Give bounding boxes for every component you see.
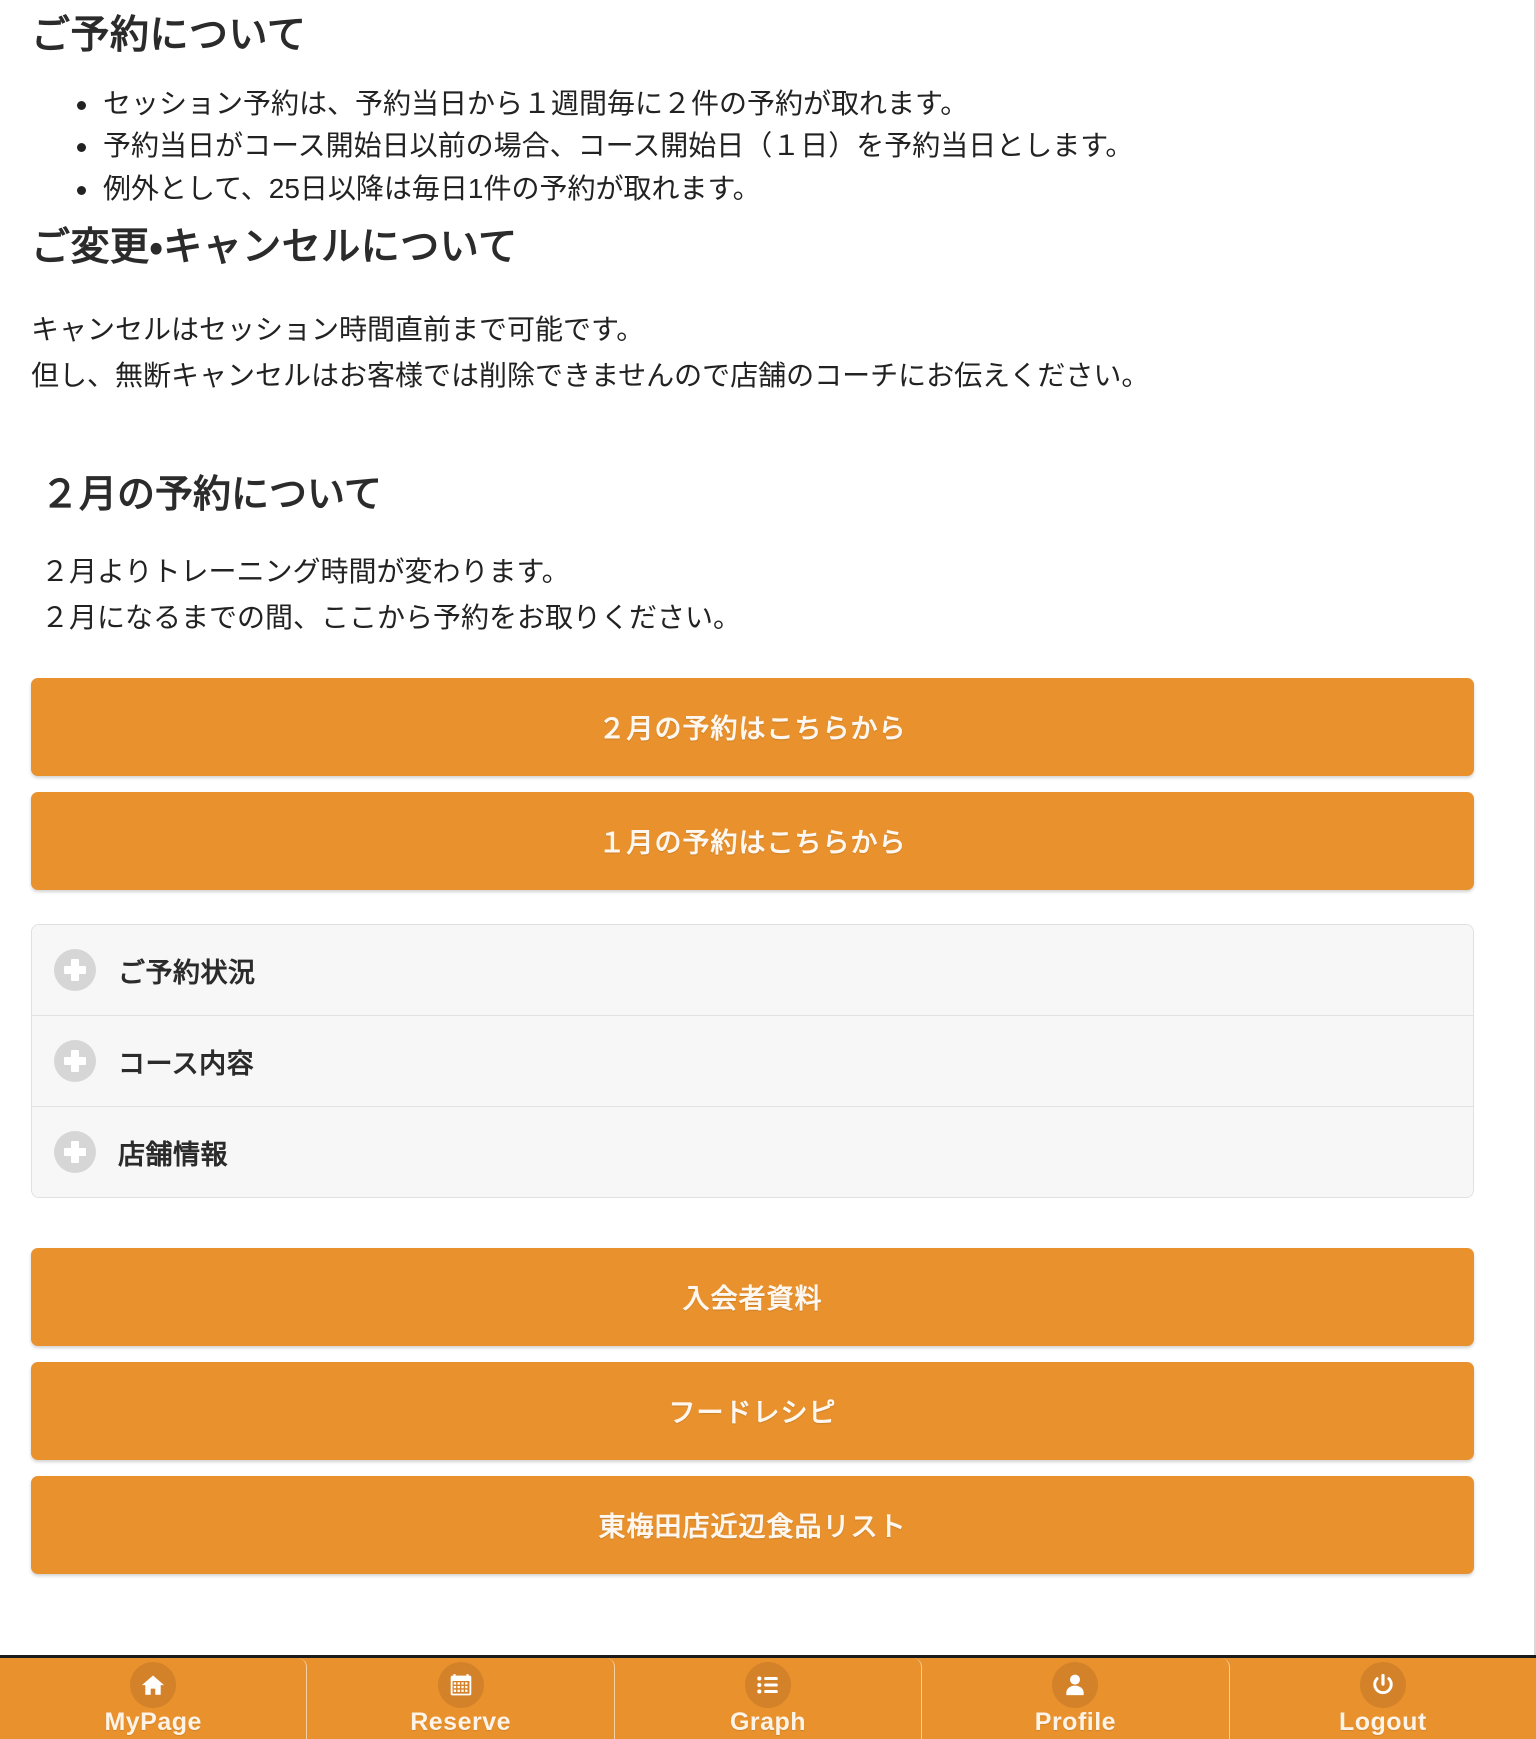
plus-icon [54,1040,96,1083]
cancel-policy-text: キャンセルはセッション時間直前まで可能です。 但し、無断キャンセルはお客様では削… [31,307,1474,398]
accordion-panel: ご予約状況 コース内容 店舗情報 [31,924,1474,1199]
february-description: ２月よりトレーニング時間が変わります。 ２月になるまでの間、ここから予約をお取り… [31,549,1474,640]
accordion-item-label: コース内容 [118,1048,255,1079]
list-icon [745,1662,792,1708]
person-icon [1052,1662,1099,1708]
february-reservation-button[interactable]: ２月の予約はこちらから [31,678,1474,777]
january-reservation-button[interactable]: １月の予約はこちらから [31,792,1474,891]
accordion-course-content[interactable]: コース内容 [32,1016,1473,1108]
home-icon [130,1662,177,1708]
food-recipe-button[interactable]: フードレシピ [31,1362,1474,1461]
reservation-section-heading: ご予約について [31,14,307,57]
nav-label: Reserve [410,1708,512,1736]
nav-item-graph[interactable]: Graph [614,1658,923,1739]
february-line-1: ２月よりトレーニング時間が変わります。 [41,556,570,588]
list-item: 例外として、25日以降は毎日1件の予約が取れます。 [77,168,1474,211]
accordion-item-label: ご予約状況 [118,957,256,988]
change-cancel-section-heading: ご変更・キャンセルについて [31,226,518,270]
nav-label: Profile [1034,1708,1117,1736]
plus-icon [54,1131,96,1174]
bottom-navigation: MyPage Reserve Graph Profile Logout [0,1655,1536,1739]
accordion-store-info[interactable]: 店舗情報 [32,1107,1473,1198]
nav-item-reserve[interactable]: Reserve [307,1658,615,1739]
accordion-item-label: 店舗情報 [118,1139,228,1170]
nav-label: Logout [1338,1708,1427,1736]
month-reservation-buttons: ２月の予約はこちらから １月の予約はこちらから [31,678,1474,891]
main-content: ご予約について セッション予約は、予約当日から１週間毎に２件の予約が取れます。 … [0,0,1505,1655]
nav-item-logout[interactable]: Logout [1229,1658,1536,1739]
cancel-policy-line-2: 但し、無断キャンセルはお客様では削除できませんので店舗のコーチにお伝えください。 [31,359,1150,391]
accordion-reservation-status[interactable]: ご予約状況 [32,925,1473,1017]
nav-label: Graph [729,1708,807,1736]
list-item: セッション予約は、予約当日から１週間毎に２件の予約が取れます。 [77,83,1474,126]
list-item: 予約当日がコース開始日以前の場合、コース開始日（１日）を予約当日とします。 [77,125,1474,168]
cancel-policy-line-1: キャンセルはセッション時間直前まで可能です。 [31,314,645,346]
page-frame: ご予約について セッション予約は、予約当日から１週間毎に２件の予約が取れます。 … [0,0,1536,1739]
nav-item-mypage[interactable]: MyPage [0,1658,308,1739]
nav-item-profile[interactable]: Profile [922,1658,1230,1739]
calendar-icon [437,1662,484,1708]
plus-icon [54,949,96,992]
power-icon [1359,1662,1406,1708]
nav-label: MyPage [104,1708,202,1736]
february-line-2: ２月になるまでの間、ここから予約をお取りください。 [41,601,742,633]
reservation-notes-list: セッション予約は、予約当日から１週間毎に２件の予約が取れます。 予約当日がコース… [31,83,1474,211]
higashi-umeda-food-list-button[interactable]: 東梅田店近辺食品リスト [31,1476,1474,1575]
member-materials-button[interactable]: 入会者資料 [31,1248,1474,1347]
document-buttons: 入会者資料 フードレシピ 東梅田店近辺食品リスト [31,1248,1474,1575]
february-section-heading: ２月の予約について [41,473,382,516]
